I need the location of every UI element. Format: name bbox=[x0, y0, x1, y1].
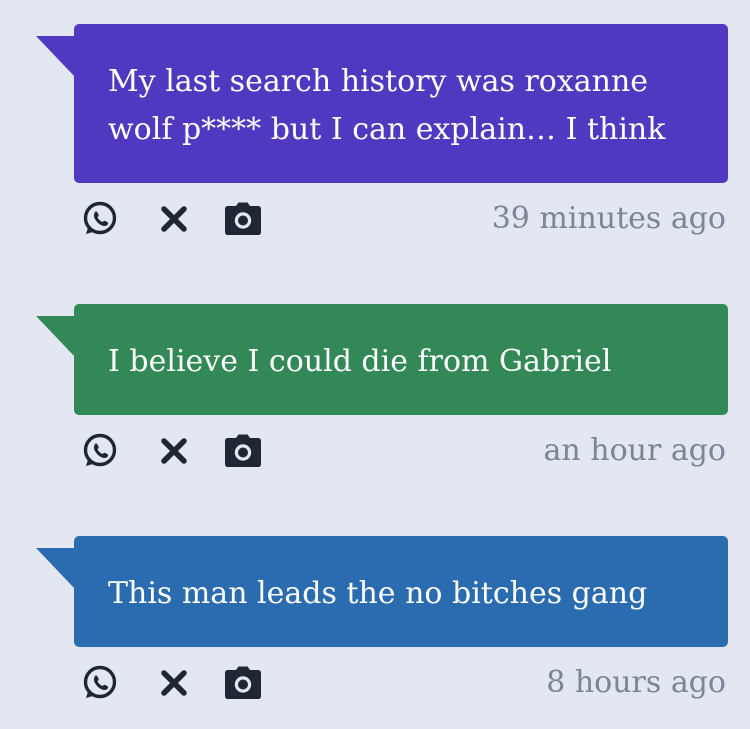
close-icon bbox=[159, 204, 189, 234]
post-actions: 8 hours ago bbox=[80, 661, 726, 705]
message-text: My last search history was roxanne wolf … bbox=[108, 64, 666, 147]
bubble-tail bbox=[36, 36, 76, 78]
message-bubble: I believe I could die from Gabriel bbox=[74, 304, 728, 415]
message-bubble: This man leads the no bitches gang bbox=[74, 536, 728, 647]
close-icon bbox=[159, 436, 189, 466]
whatsapp-icon bbox=[81, 200, 119, 238]
camera-icon bbox=[223, 666, 263, 700]
camera-icon bbox=[223, 434, 263, 468]
post-timestamp: 39 minutes ago bbox=[491, 201, 726, 236]
whatsapp-share-button[interactable] bbox=[80, 661, 120, 705]
whatsapp-icon bbox=[81, 664, 119, 702]
whatsapp-share-button[interactable] bbox=[80, 197, 120, 241]
dismiss-button[interactable] bbox=[154, 197, 194, 241]
dismiss-button[interactable] bbox=[154, 661, 194, 705]
screenshot-button[interactable] bbox=[223, 197, 263, 241]
post-timestamp: 8 hours ago bbox=[546, 665, 726, 700]
whatsapp-icon bbox=[81, 432, 119, 470]
dismiss-button[interactable] bbox=[154, 429, 194, 473]
message-text: This man leads the no bitches gang bbox=[108, 576, 648, 611]
screenshot-button[interactable] bbox=[223, 661, 263, 705]
post-actions: an hour ago bbox=[80, 429, 726, 473]
screenshot-button[interactable] bbox=[223, 429, 263, 473]
bubble-tail bbox=[36, 548, 76, 590]
whatsapp-share-button[interactable] bbox=[80, 429, 120, 473]
post-timestamp: an hour ago bbox=[543, 433, 726, 468]
message-bubble: My last search history was roxanne wolf … bbox=[74, 24, 728, 183]
post-actions: 39 minutes ago bbox=[80, 197, 726, 241]
camera-icon bbox=[223, 202, 263, 236]
message-text: I believe I could die from Gabriel bbox=[108, 344, 612, 379]
post-feed: My last search history was roxanne wolf … bbox=[0, 0, 750, 729]
bubble-tail bbox=[36, 316, 76, 358]
close-icon bbox=[159, 668, 189, 698]
